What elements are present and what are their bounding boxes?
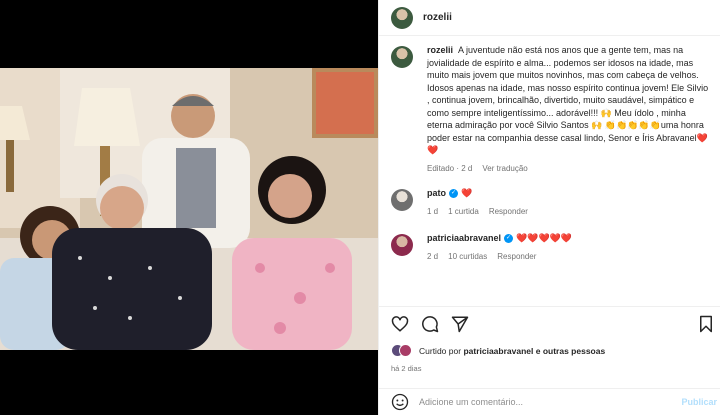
comments-list[interactable]: rozelii A juventude não está nos anos qu… [379, 44, 720, 300]
liked-by-prefix: Curtido por [419, 346, 462, 356]
caption-time: Editado · 2 d [427, 163, 473, 173]
comment-text: ❤️ [461, 188, 473, 198]
liked-by-user[interactable]: patriciaabravanel [463, 346, 533, 356]
liked-by: Curtido por patriciaabravanel e outras p… [391, 344, 605, 358]
comment-item: patriciaabravanel ✓ ❤️❤️❤️❤️❤️ 2 d 10 curt… [379, 232, 720, 263]
comment-meta: 1 d 1 curtida Responder [427, 206, 528, 219]
comment-text-block: pato ✓ ❤️ [427, 187, 528, 200]
comment-icon[interactable] [421, 315, 439, 333]
comment-time: 2 d [427, 251, 439, 261]
comment-input[interactable] [419, 397, 649, 407]
comment-avatar[interactable] [391, 234, 413, 256]
comment-avatar[interactable] [391, 189, 413, 211]
post-timestamp[interactable]: há 2 dias [391, 364, 421, 373]
comment-username[interactable]: pato [427, 188, 446, 198]
reply-button[interactable]: Responder [489, 206, 528, 219]
caption-meta: Editado · 2 d Ver tradução [427, 163, 713, 176]
author-username[interactable]: rozelii [423, 12, 452, 23]
heart-icon[interactable] [391, 315, 409, 333]
comment-likes[interactable]: 1 curtida [448, 206, 479, 219]
caption: rozelii A juventude não está nos anos qu… [379, 44, 720, 175]
comment-time: 1 d [427, 206, 439, 216]
caption-username[interactable]: rozelii [427, 45, 453, 55]
add-comment-bar: Publicar [379, 388, 720, 415]
emoji-icon[interactable] [391, 393, 409, 411]
publish-button[interactable]: Publicar [681, 397, 717, 407]
author-avatar[interactable] [391, 6, 413, 29]
bookmark-icon[interactable] [697, 315, 715, 333]
action-bar [379, 306, 720, 340]
verified-badge-icon: ✓ [449, 189, 458, 199]
liked-by-suffix[interactable]: e outras pessoas [536, 346, 605, 356]
see-translation-link[interactable]: Ver tradução [482, 163, 527, 176]
caption-avatar[interactable] [391, 46, 413, 68]
verified-badge-icon: ✓ [504, 234, 514, 244]
comment-meta: 2 d 10 curtidas Responder [427, 251, 572, 264]
reply-button[interactable]: Responder [497, 251, 536, 264]
comment-username[interactable]: patriciaabravanel [427, 233, 501, 243]
comment-text: ❤️❤️❤️❤️❤️ [516, 233, 573, 243]
media-pane [0, 0, 378, 415]
comment-likes[interactable]: 10 curtidas [448, 251, 487, 264]
liker-avatars[interactable] [391, 344, 413, 358]
post-photo[interactable] [0, 68, 378, 350]
post-header: rozelii [379, 0, 720, 36]
post-side-panel: rozelii rozelii A juventude não está nos… [378, 0, 720, 415]
caption-text-block: rozelii A juventude não está nos anos qu… [427, 44, 713, 157]
caption-text: A juventude não está nos anos que a gent… [427, 45, 709, 155]
comment-item: pato ✓ ❤️ 1 d 1 curtida Responder [379, 187, 720, 218]
post-photo-illustration [0, 68, 378, 350]
share-icon[interactable] [451, 315, 469, 333]
comment-text-block: patriciaabravanel ✓ ❤️❤️❤️❤️❤️ [427, 232, 572, 245]
